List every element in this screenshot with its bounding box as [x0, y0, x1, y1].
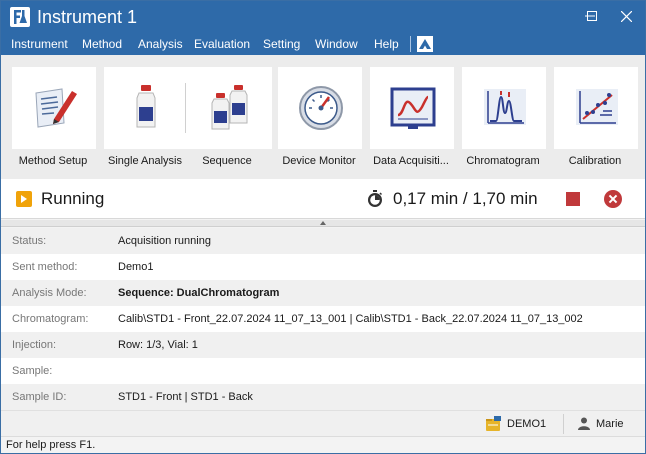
row-label: Status: [12, 235, 47, 247]
tool-single-analysis[interactable] [104, 67, 188, 149]
tool-sequence-label: Sequence [202, 155, 252, 167]
stopwatch-icon [368, 190, 383, 207]
status-bar: For help press F1. [1, 436, 645, 453]
database-icon[interactable] [486, 416, 502, 432]
strip-separator [563, 414, 564, 434]
abort-button[interactable] [604, 190, 622, 208]
menu-setting[interactable]: Setting [263, 37, 300, 51]
window-title: Instrument 1 [37, 7, 138, 27]
tool-method-setup-label: Method Setup [18, 155, 88, 167]
collapse-arrow-icon[interactable] [320, 221, 326, 225]
run-time: 0,17 min / 1,70 min [393, 189, 538, 208]
menu-bar: Instrument Method Analysis Evaluation Se… [1, 33, 645, 55]
close-icon [620, 10, 632, 22]
tool-single-analysis-label: Single Analysis [108, 155, 182, 167]
row-value: Sequence: DualChromatogram [118, 287, 280, 299]
info-table: Status: Acquisition running Sent method:… [1, 228, 645, 410]
device-monitor-icon [299, 86, 343, 130]
row-label: Sample ID: [12, 391, 67, 403]
stop-button[interactable] [566, 192, 580, 206]
toolbar-divider [185, 83, 186, 133]
data-acquisition-icon [390, 87, 436, 129]
menu-evaluation[interactable]: Evaluation [194, 37, 250, 51]
play-icon [16, 191, 32, 207]
menu-analysis[interactable]: Analysis [138, 37, 183, 51]
tool-calibration-label: Calibration [568, 155, 622, 167]
method-setup-icon [35, 88, 77, 128]
info-row-sent-method: Sent method: Demo1 [1, 254, 645, 280]
user-icon [578, 417, 590, 430]
row-value: Calib\STD1 - Front_22.07.2024 11_07_13_0… [118, 313, 583, 325]
tool-data-acquisition[interactable] [370, 67, 454, 149]
row-label: Sent method: [12, 261, 78, 273]
row-value: Acquisition running [118, 235, 211, 247]
tool-chromatogram[interactable] [462, 67, 546, 149]
row-label: Sample: [12, 365, 53, 377]
instrument-window: Instrument 1 Instrument Method Analysis … [0, 0, 646, 454]
info-row-injection: Injection: Row: 1/3, Vial: 1 [1, 332, 645, 358]
menu-help[interactable]: Help [374, 37, 399, 51]
tool-sequence[interactable] [188, 67, 272, 149]
row-label: Analysis Mode: [12, 287, 87, 299]
info-row-chromatogram: Chromatogram: Calib\STD1 - Front_22.07.2… [1, 306, 645, 332]
maximize-icon [587, 11, 597, 21]
panel-splitter[interactable] [1, 220, 645, 227]
toolbar: Method Setup Single Analysis Sequence De… [1, 55, 645, 179]
title-bar[interactable]: Instrument 1 [1, 1, 645, 33]
info-row-status: Status: Acquisition running [1, 228, 645, 254]
status-text: For help press F1. [6, 439, 96, 451]
run-status-bar: Running 0,17 min / 1,70 min [1, 179, 645, 219]
menu-window[interactable]: Window [315, 37, 358, 51]
row-value: Row: 1/3, Vial: 1 [118, 339, 198, 351]
run-status-text: Running [41, 189, 105, 208]
row-value: STD1 - Front | STD1 - Back [118, 391, 253, 403]
database-name[interactable]: DEMO1 [507, 418, 546, 431]
app-logo-icon [10, 7, 30, 27]
tool-calibration[interactable] [554, 67, 638, 149]
chromatogram-icon [484, 89, 526, 125]
info-row-sample: Sample: [1, 358, 645, 384]
row-label: Injection: [12, 339, 57, 351]
brand-logo-icon[interactable] [417, 36, 433, 52]
menu-separator [410, 36, 411, 52]
user-name[interactable]: Marie [596, 418, 624, 431]
tool-device-monitor[interactable] [278, 67, 362, 149]
sequence-icon [211, 85, 248, 130]
calibration-icon [576, 89, 618, 125]
menu-method[interactable]: Method [82, 37, 122, 51]
info-row-analysis-mode: Analysis Mode: Sequence: DualChromatogra… [1, 280, 645, 306]
info-row-sample-id: Sample ID: STD1 - Front | STD1 - Back [1, 384, 645, 410]
tool-device-monitor-label: Device Monitor [282, 155, 356, 167]
tool-data-acquisition-label: Data Acquisiti... [373, 155, 449, 167]
tool-chromatogram-label: Chromatogram [466, 155, 540, 167]
single-analysis-icon [136, 85, 156, 128]
tool-method-setup[interactable] [12, 67, 96, 149]
close-button[interactable] [605, 1, 646, 31]
connection-strip: DEMO1 Marie [1, 410, 645, 436]
row-label: Chromatogram: [12, 313, 89, 325]
row-value: Demo1 [118, 261, 154, 273]
menu-instrument[interactable]: Instrument [11, 37, 68, 51]
